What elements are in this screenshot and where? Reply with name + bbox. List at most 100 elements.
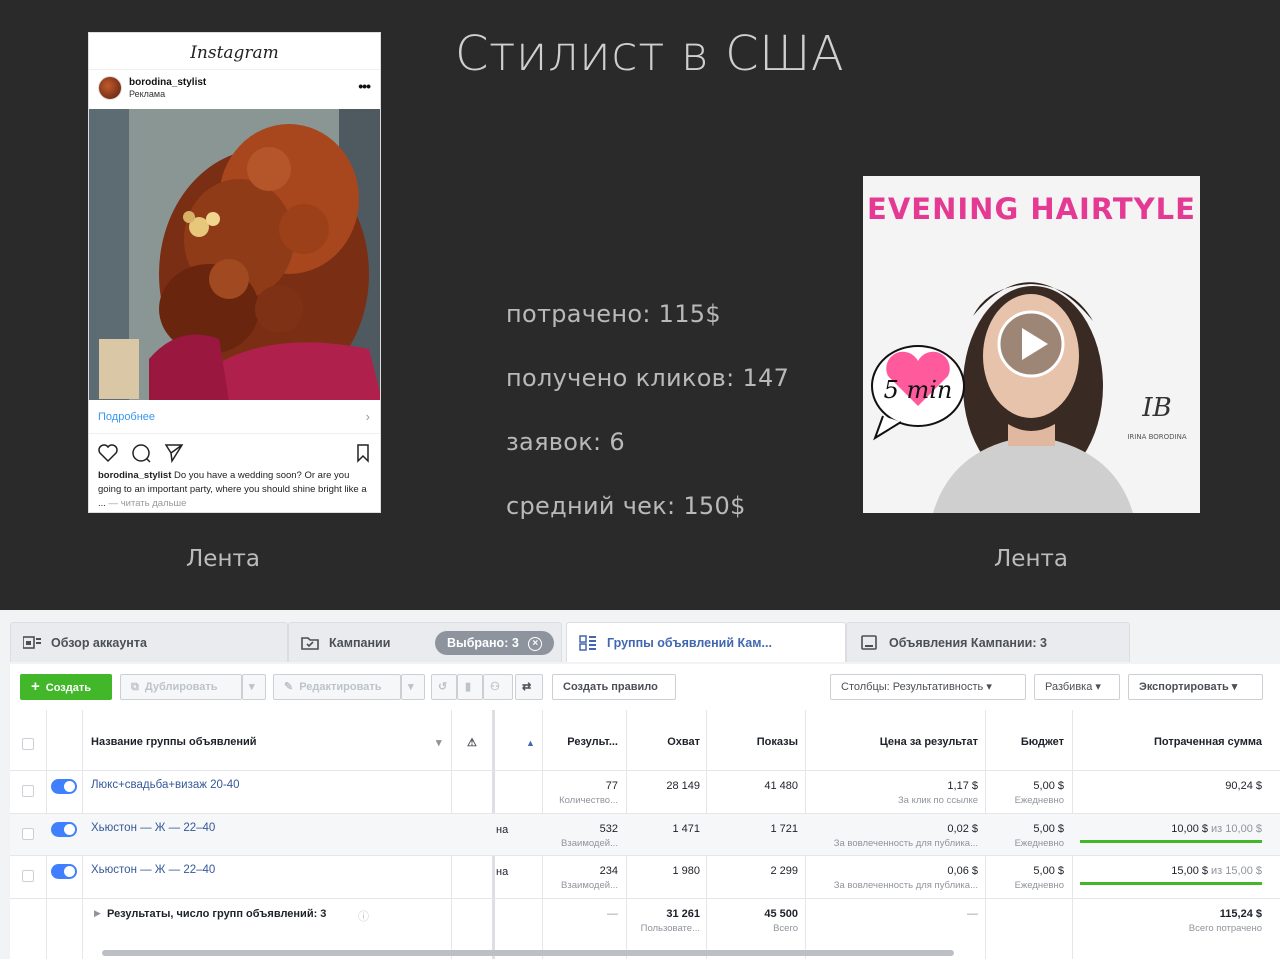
create-rule-button[interactable]: Создать правило bbox=[552, 674, 676, 700]
more-options-icon[interactable]: ••• bbox=[358, 78, 371, 94]
share-icon[interactable] bbox=[164, 444, 184, 464]
learn-more-link[interactable]: Подробнее › bbox=[89, 401, 380, 434]
sort-chevron-icon[interactable]: ▾ bbox=[436, 736, 442, 749]
results-value: 234 bbox=[599, 865, 618, 877]
table-row[interactable]: Хьюстон — Ж — 22–40 на 532 Взаимодей... … bbox=[10, 813, 1280, 855]
instagram-ad-card: Instagram borodina_stylist Реклама ••• П… bbox=[88, 32, 381, 513]
info-icon[interactable]: ⓘ bbox=[358, 908, 369, 924]
row-checkbox[interactable] bbox=[22, 828, 34, 840]
tab-account-overview[interactable]: Обзор аккаунта bbox=[10, 622, 288, 662]
budget-period: Ежедневно bbox=[1014, 880, 1064, 891]
table-row[interactable]: Хьюстон — Ж — 22–40 на 234 Взаимодей... … bbox=[10, 855, 1280, 898]
totals-spent-type: Всего потрачено bbox=[1188, 923, 1262, 934]
folder-icon bbox=[301, 637, 319, 650]
column-header-spent[interactable]: Потраченная сумма bbox=[1154, 736, 1262, 748]
duplicate-icon: ⧉ bbox=[131, 681, 139, 693]
edit-button[interactable]: ✎ Редактировать bbox=[273, 674, 401, 700]
tab-ads[interactable]: Объявления Кампании: 3 bbox=[846, 622, 1130, 662]
video-thumbnail: IB IRINA BORODINA 5 min bbox=[863, 176, 1200, 513]
spent-value: 10,00 $ из 10,00 $ bbox=[1171, 823, 1262, 835]
tab-campaigns[interactable]: Кампании Выбрано: 3 × bbox=[288, 622, 562, 662]
spend-progress-bar bbox=[1080, 840, 1262, 843]
ad-sets-table: Название группы объявлений ▾ ⚠ ▲ Результ… bbox=[10, 710, 1280, 959]
rules-icon[interactable]: ⇄ bbox=[515, 674, 543, 700]
selected-count-pill[interactable]: Выбрано: 3 × bbox=[435, 631, 555, 655]
stat-spent: потрачено: 115$ bbox=[506, 300, 721, 328]
ads-icon bbox=[861, 635, 877, 650]
ad-set-toggle[interactable] bbox=[51, 822, 77, 837]
comment-icon[interactable] bbox=[132, 444, 151, 463]
table-row[interactable]: Люкс+свадьба+визаж 20-40 77 Количество..… bbox=[10, 770, 1280, 813]
ab-test-icon[interactable]: ⚇ bbox=[483, 674, 513, 700]
slide-title: Стилист в США bbox=[455, 26, 845, 82]
ad-set-name-link[interactable]: Хьюстон — Ж — 22–40 bbox=[91, 822, 215, 834]
video-title: EVENING HAIRTYLE bbox=[867, 192, 1196, 226]
results-type: Количество... bbox=[559, 795, 618, 806]
columns-dropdown[interactable]: Столбцы: Результативность ▾ bbox=[830, 674, 1026, 700]
column-header-name[interactable]: Название группы объявлений bbox=[91, 736, 257, 748]
duplicate-dropdown[interactable]: ▾ bbox=[242, 674, 266, 700]
tab-label: Обзор аккаунта bbox=[51, 636, 147, 650]
column-header-budget[interactable]: Бюджет bbox=[1021, 736, 1064, 748]
stat-clicks: получено кликов: 147 bbox=[506, 364, 790, 392]
edit-dropdown[interactable]: ▾ bbox=[401, 674, 425, 700]
budget-value[interactable]: 5,00 $ bbox=[1033, 823, 1064, 835]
budget-value[interactable]: 5,00 $ bbox=[1033, 865, 1064, 877]
post-username[interactable]: borodina_stylist bbox=[129, 77, 206, 88]
sort-ascending-icon[interactable]: ▲ bbox=[526, 738, 535, 748]
revert-icon[interactable]: ↺ bbox=[431, 674, 457, 700]
caption-username[interactable]: borodina_stylist bbox=[98, 470, 171, 481]
brand-name: IRINA BORODINA bbox=[1127, 433, 1186, 441]
ads-manager-tabs: Обзор аккаунта Кампании Выбрано: 3 × Гру… bbox=[10, 622, 1280, 662]
column-header-results[interactable]: Результ... bbox=[567, 736, 618, 748]
expand-chevron-icon[interactable]: ▶ bbox=[94, 908, 101, 919]
clear-selection-icon[interactable]: × bbox=[528, 636, 543, 651]
totals-cost: — bbox=[967, 908, 978, 920]
row-checkbox[interactable] bbox=[22, 870, 34, 882]
ad-set-name-link[interactable]: Люкс+свадьба+визаж 20-40 bbox=[91, 779, 240, 791]
column-header-cost-per-result[interactable]: Цена за результат bbox=[880, 736, 978, 748]
stat-avg-check: средний чек: 150$ bbox=[506, 492, 746, 520]
sponsored-label: Реклама bbox=[129, 89, 166, 99]
clipped-cell: на bbox=[496, 866, 509, 878]
spent-value: 90,24 $ bbox=[1225, 780, 1262, 792]
chevron-down-icon: ▾ bbox=[1231, 681, 1238, 693]
tab-label: Объявления Кампании: 3 bbox=[889, 636, 1047, 650]
trash-icon[interactable]: ▮ bbox=[457, 674, 483, 700]
duplicate-button[interactable]: ⧉ Дублировать bbox=[120, 674, 242, 700]
tab-label: Группы объявлений Кам... bbox=[607, 636, 772, 650]
chevron-down-icon: ▾ bbox=[986, 681, 992, 693]
row-checkbox[interactable] bbox=[22, 785, 34, 797]
cost-type: За вовлеченность для публика... bbox=[833, 880, 978, 891]
heart-icon[interactable] bbox=[98, 444, 118, 463]
video-ad-card: IB IRINA BORODINA 5 min EVENING HAIRTYLE bbox=[863, 176, 1200, 513]
read-more-link[interactable]: — читать дальше bbox=[106, 498, 187, 509]
bookmark-icon[interactable] bbox=[357, 444, 369, 463]
totals-impressions: 45 500 bbox=[764, 908, 798, 920]
export-dropdown[interactable]: Экспортировать ▾ bbox=[1128, 674, 1263, 700]
spend-progress-bar bbox=[1080, 882, 1262, 885]
ads-manager-panel: Обзор аккаунта Кампании Выбрано: 3 × Гру… bbox=[0, 610, 1280, 959]
impressions-value: 1 721 bbox=[770, 823, 798, 835]
totals-reach: 31 261 bbox=[666, 908, 700, 920]
cost-type: За клик по ссылке bbox=[897, 795, 978, 806]
reach-value: 28 149 bbox=[666, 780, 700, 792]
warning-icon: ⚠ bbox=[467, 737, 477, 749]
totals-impressions-type: Всего bbox=[773, 923, 798, 934]
column-header-impressions[interactable]: Показы bbox=[757, 736, 798, 748]
impressions-value: 2 299 bbox=[770, 865, 798, 877]
cost-type: За вовлеченность для публика... bbox=[833, 838, 978, 849]
cost-value: 0,02 $ bbox=[947, 823, 978, 835]
column-header-reach[interactable]: Охват bbox=[667, 736, 700, 748]
cost-value: 0,06 $ bbox=[947, 865, 978, 877]
breakdown-dropdown[interactable]: Разбивка ▾ bbox=[1034, 674, 1120, 700]
ad-set-toggle[interactable] bbox=[51, 779, 77, 794]
avatar[interactable] bbox=[98, 76, 122, 100]
horizontal-scrollbar[interactable] bbox=[102, 950, 954, 956]
select-all-checkbox[interactable] bbox=[22, 738, 34, 750]
budget-value[interactable]: 5,00 $ bbox=[1033, 780, 1064, 792]
tab-ad-sets[interactable]: Группы объявлений Кам... bbox=[566, 622, 846, 662]
ad-set-name-link[interactable]: Хьюстон — Ж — 22–40 bbox=[91, 864, 215, 876]
ad-set-toggle[interactable] bbox=[51, 864, 77, 879]
create-button[interactable]: + Создать bbox=[20, 674, 112, 700]
